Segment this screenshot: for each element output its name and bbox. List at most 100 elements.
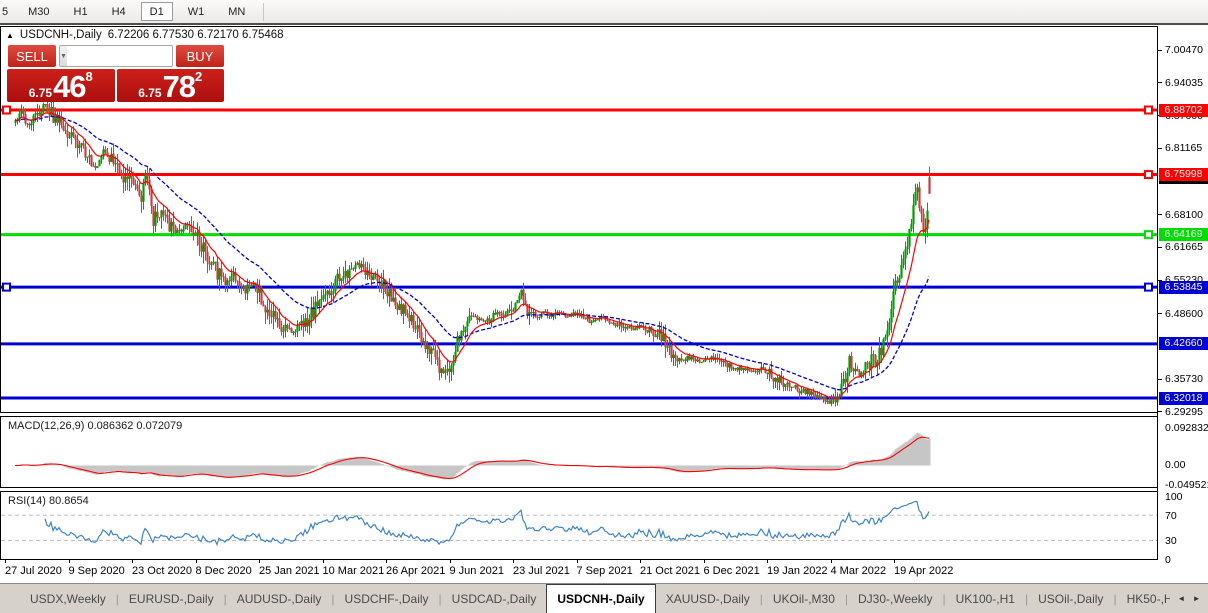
- price-line-badge: 6.88702: [1159, 104, 1208, 117]
- chart-tab-usdx-weekly[interactable]: USDX,Weekly: [20, 584, 116, 613]
- sell-button[interactable]: SELL: [8, 45, 56, 67]
- price-tick-label: 6.68100: [1165, 209, 1203, 221]
- date-axis-tick: [196, 560, 197, 563]
- date-axis-tick: [69, 560, 70, 563]
- date-label: 19 Jan 2022: [767, 565, 828, 577]
- price-tick-label: 7.00470: [1165, 44, 1203, 56]
- chart-tab-dj30-weekly[interactable]: DJ30-,Weekly: [848, 584, 942, 613]
- timeframe-button-h1[interactable]: H1: [65, 2, 97, 21]
- window-top-border: [0, 23, 1208, 25]
- price-line-badge: 6.75998: [1159, 168, 1208, 181]
- price-axis-tick: [1158, 214, 1162, 215]
- timeframe-toolbar: 5 M30 H1 H4 D1 W1 MN: [0, 0, 1208, 23]
- rsi-chart-canvas: [1, 492, 1157, 559]
- timeframe-button-h4[interactable]: H4: [103, 2, 135, 21]
- rsi-indicator-panel[interactable]: RSI(14) 80.8654: [0, 491, 1157, 560]
- symbol-timeframe-label: USDCNH-,Daily: [20, 29, 102, 41]
- volume-input[interactable]: [67, 46, 173, 66]
- date-label: 7 Sep 2021: [577, 565, 633, 577]
- trading-platform-window: 5 M30 H1 H4 D1 W1 MN ▲ USDCNH-,Daily 6.72206 6…: [0, 0, 1208, 613]
- date-label: 8 Dec 2020: [196, 565, 252, 577]
- chart-tab-eurusd-daily[interactable]: EURUSD-,Daily: [119, 584, 224, 613]
- date-label: 9 Sep 2020: [69, 565, 125, 577]
- tab-scroll-controls: ◄ ►: [1170, 584, 1208, 612]
- rsi-axis-label: 30: [1165, 535, 1177, 547]
- bid-price-prefix: 6.75: [29, 86, 52, 100]
- price-tick-label: 6.35730: [1165, 373, 1203, 385]
- timeframe-button-m30[interactable]: M30: [19, 2, 58, 21]
- date-axis-tick: [640, 560, 641, 563]
- chart-tab-bar: USDX,Weekly|EURUSD-,Daily|AUDUSD-,Daily|…: [0, 583, 1208, 613]
- collapse-triangle-icon[interactable]: ▲: [6, 31, 14, 40]
- price-axis-tick: [1158, 411, 1162, 412]
- volume-decrease-icon[interactable]: ▼: [60, 46, 67, 66]
- price-line-badge: 6.32018: [1159, 392, 1208, 405]
- one-click-trade-panel: SELL ▼ ▲ BUY 6.75 46 8 6.75 78 2: [8, 45, 224, 102]
- chart-tab-uk100-h1[interactable]: UK100-,H1: [946, 584, 1025, 613]
- price-axis-tick: [1158, 82, 1162, 83]
- bid-price-big: 46: [53, 73, 85, 100]
- date-axis[interactable]: 27 Jul 20209 Sep 202023 Oct 20208 Dec 20…: [0, 560, 1157, 582]
- volume-spinner: ▼ ▲: [59, 45, 173, 67]
- rsi-axis-label: 70: [1165, 510, 1177, 522]
- timeframe-button-w1[interactable]: W1: [179, 2, 214, 21]
- chart-tab-usdcnh-daily[interactable]: USDCNH-,Daily: [546, 584, 655, 613]
- date-axis-tick: [831, 560, 832, 563]
- macd-axis-label: 0.00: [1165, 459, 1185, 471]
- price-tick-label: 6.48600: [1165, 308, 1203, 320]
- price-line-badge: 6.53845: [1159, 281, 1208, 294]
- timeframe-button-d1[interactable]: D1: [141, 2, 173, 21]
- ask-quote-box[interactable]: 6.75 78 2: [117, 69, 225, 102]
- macd-indicator-panel[interactable]: MACD(12,26,9) 0.086362 0.072079: [0, 416, 1157, 488]
- date-axis-tick: [894, 560, 895, 563]
- macd-label: MACD(12,26,9) 0.086362 0.072079: [8, 420, 182, 432]
- price-line-badge: 6.64169: [1159, 228, 1208, 241]
- date-label: 19 Apr 2022: [894, 565, 953, 577]
- buy-button[interactable]: BUY: [176, 45, 224, 67]
- price-axis-tick: [1158, 247, 1162, 248]
- tab-scroll-right-icon[interactable]: ►: [1193, 594, 1201, 603]
- chart-tab-usdchf-daily[interactable]: USDCHF-,Daily: [335, 584, 439, 613]
- date-label: 23 Jul 2021: [513, 565, 570, 577]
- bid-quote-box[interactable]: 6.75 46 8: [7, 69, 115, 102]
- date-label: 10 Mar 2021: [323, 565, 385, 577]
- date-axis-tick: [513, 560, 514, 563]
- date-axis-tick: [132, 560, 133, 563]
- date-label: 25 Jan 2021: [259, 565, 320, 577]
- price-axis[interactable]: 7.004706.940356.876006.811656.681006.616…: [1157, 26, 1208, 560]
- date-axis-tick: [5, 560, 6, 563]
- chart-tab-audusd-daily[interactable]: AUDUSD-,Daily: [227, 584, 332, 613]
- ask-price-big: 78: [163, 73, 195, 100]
- date-label: 26 Apr 2021: [386, 565, 445, 577]
- price-line-badge: 6.42660: [1159, 337, 1208, 350]
- price-axis-tick: [1158, 313, 1162, 314]
- date-label: 23 Oct 2020: [132, 565, 192, 577]
- chart-tab-usoil-daily[interactable]: USOil-,Daily: [1028, 584, 1113, 613]
- ask-price-sup: 2: [195, 72, 202, 82]
- date-label: 4 Mar 2022: [831, 565, 887, 577]
- price-axis-tick: [1158, 379, 1162, 380]
- price-tick-label: 6.29295: [1165, 406, 1203, 418]
- date-axis-tick: [704, 560, 705, 563]
- date-axis-tick: [577, 560, 578, 563]
- price-tick-label: 6.94035: [1165, 77, 1203, 89]
- date-axis-tick: [450, 560, 451, 563]
- chart-tab-xauusd-daily[interactable]: XAUUSD-,Daily: [656, 584, 760, 613]
- rsi-axis-label: 0: [1165, 554, 1171, 566]
- date-label: 21 Oct 2021: [640, 565, 700, 577]
- ohlc-values: 6.72206 6.77530 6.72170 6.75468: [108, 29, 284, 41]
- chart-tab-ukoil-m30[interactable]: UKOil-,M30: [763, 584, 845, 613]
- rsi-axis-label: 100: [1165, 491, 1183, 503]
- toolbar-separator: [263, 3, 264, 21]
- timeframe-button-5[interactable]: 5: [0, 2, 13, 21]
- price-tick-label: 6.61665: [1165, 241, 1203, 253]
- date-axis-tick: [323, 560, 324, 563]
- price-axis-tick: [1158, 50, 1162, 51]
- price-axis-tick: [1158, 148, 1162, 149]
- date-axis-tick: [259, 560, 260, 563]
- date-axis-tick: [386, 560, 387, 563]
- tab-scroll-left-icon[interactable]: ◄: [1177, 594, 1185, 603]
- timeframe-button-mn[interactable]: MN: [219, 2, 254, 21]
- chart-title: ▲ USDCNH-,Daily 6.72206 6.77530 6.72170 …: [6, 29, 284, 41]
- chart-tab-usdcad-daily[interactable]: USDCAD-,Daily: [442, 584, 547, 613]
